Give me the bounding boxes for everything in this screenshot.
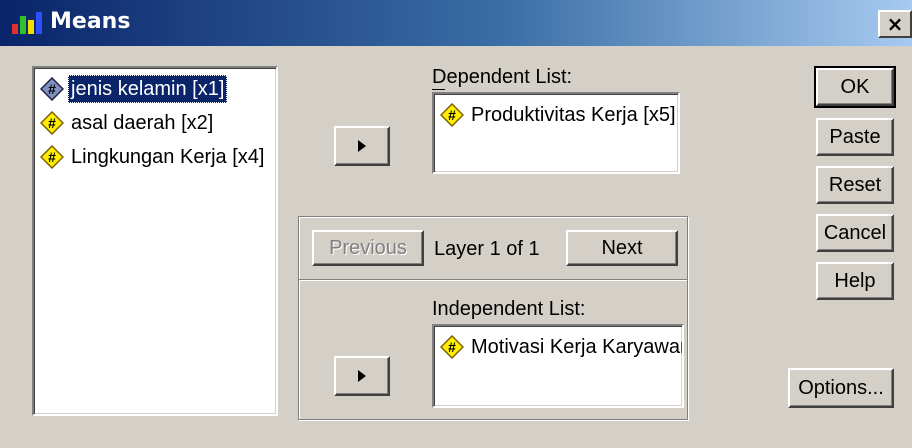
options-button[interactable]: Options...	[788, 368, 894, 408]
list-item[interactable]: # Lingkungan Kerja [x4]	[34, 140, 276, 174]
svg-text:#: #	[48, 81, 56, 97]
dependent-list[interactable]: # Produktivitas Kerja [x5]	[432, 92, 680, 174]
list-item[interactable]: # jenis kelamin [x1]	[34, 72, 276, 106]
list-item[interactable]: # Produktivitas Kerja [x5]	[434, 98, 678, 132]
close-button[interactable]: ×	[878, 10, 912, 38]
variable-label: Produktivitas Kerja [x5]	[471, 104, 676, 126]
scale-variable-icon: #	[40, 111, 64, 135]
svg-text:#: #	[48, 115, 56, 131]
nominal-variable-icon: #	[40, 77, 64, 101]
variable-label: Lingkungan Kerja [x4]	[71, 146, 265, 168]
window-title: Means	[50, 9, 131, 34]
help-button[interactable]: Help	[816, 262, 894, 300]
cancel-button[interactable]: Cancel	[816, 214, 894, 252]
svg-text:#: #	[48, 149, 56, 165]
title-bar[interactable]: Means ×	[0, 0, 912, 46]
spss-app-icon	[12, 12, 42, 34]
scale-variable-icon: #	[40, 145, 64, 169]
svg-text:#: #	[448, 107, 456, 123]
variable-label: Motivasi Kerja Karyawan	[471, 336, 682, 358]
move-to-dependent-button[interactable]	[334, 126, 390, 166]
right-arrow-icon	[358, 140, 366, 152]
dependent-label-underline	[432, 89, 445, 90]
list-item[interactable]: # Motivasi Kerja Karyawan	[434, 330, 682, 364]
next-layer-button[interactable]: Next	[566, 230, 678, 266]
variable-label: asal daerah [x2]	[71, 112, 214, 134]
svg-text:#: #	[448, 339, 456, 355]
list-item[interactable]: # asal daerah [x2]	[34, 106, 276, 140]
right-arrow-icon	[358, 370, 366, 382]
independent-list-label: Independent List:	[432, 298, 586, 320]
scale-variable-icon: #	[440, 335, 464, 359]
variable-label: jenis kelamin [x1]	[68, 75, 228, 103]
move-to-independent-button[interactable]	[334, 356, 390, 396]
dependent-list-label: Dependent List:	[432, 66, 573, 88]
layer-divider	[299, 279, 687, 281]
previous-layer-button[interactable]: Previous	[312, 230, 424, 266]
close-icon: ×	[886, 12, 904, 36]
paste-button[interactable]: Paste	[816, 118, 894, 156]
scale-variable-icon: #	[440, 103, 464, 127]
reset-button[interactable]: Reset	[816, 166, 894, 204]
layer-status: Layer 1 of 1	[434, 238, 540, 260]
independent-list[interactable]: # Motivasi Kerja Karyawan	[432, 324, 684, 408]
ok-button[interactable]: OK	[814, 66, 896, 108]
source-variable-list[interactable]: # jenis kelamin [x1] # asal daerah [x2] …	[32, 66, 278, 416]
